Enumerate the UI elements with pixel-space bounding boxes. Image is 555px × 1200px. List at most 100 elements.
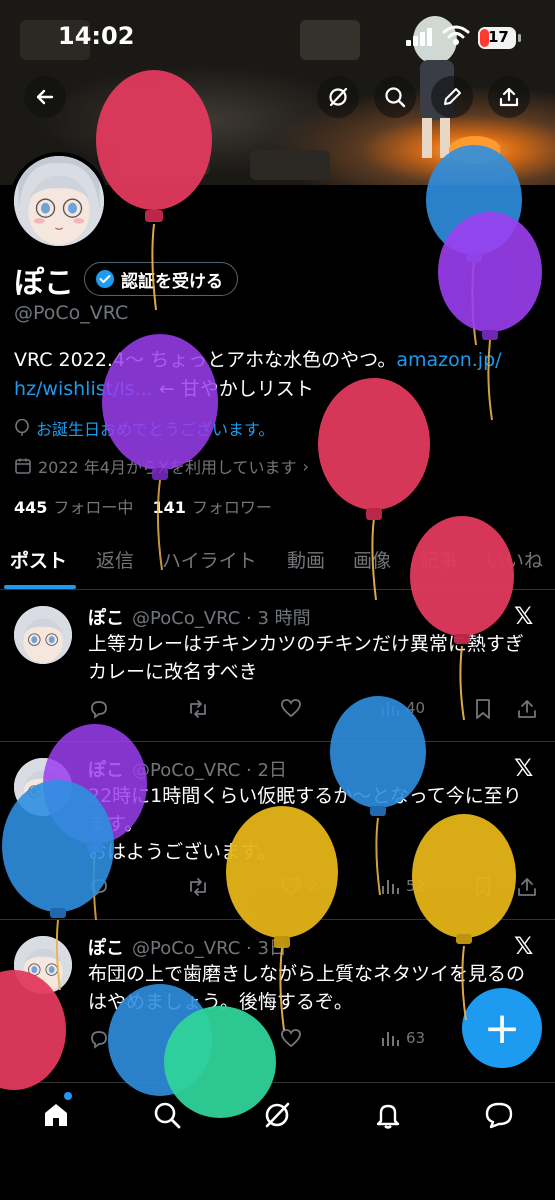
- back-button[interactable]: [24, 76, 66, 118]
- profile-bio: VRC 2022.4〜 ちょっとアホな水色のやつ。amazon.jp/ hz/w…: [14, 346, 534, 404]
- home-icon: [45, 1104, 67, 1126]
- reply-icon: [91, 1031, 107, 1049]
- banner-rock: [250, 150, 330, 180]
- avatar-image: [14, 936, 72, 994]
- avatar-image: [14, 156, 104, 246]
- heart-icon: [281, 699, 301, 718]
- post-avatar[interactable]: [14, 606, 72, 664]
- get-verified-button[interactable]: 認証を受ける: [84, 262, 238, 296]
- tab-videos[interactable]: 動画: [287, 546, 325, 573]
- tab-posts[interactable]: ポスト: [10, 546, 67, 573]
- edit-icon: [444, 88, 461, 105]
- battery-indicator: 17: [478, 27, 516, 49]
- like-button[interactable]: [280, 1028, 308, 1048]
- view-count: 52: [406, 877, 426, 895]
- compose-post-button[interactable]: +: [462, 988, 542, 1068]
- search-icon: [154, 1102, 181, 1129]
- battery-percent: 17: [488, 28, 509, 46]
- followers-count: 141: [152, 498, 186, 517]
- post-item[interactable]: ぽこ @PoCo_VRC · 2日 𝕏 22時に1時間くらい仮眠するか〜となって今…: [0, 742, 555, 920]
- like-button[interactable]: 2: [280, 876, 318, 896]
- post-text: 布団の上で歯磨きしながら上質なネタツイを見るのはやめましょう。後悔するぞ。: [88, 963, 526, 1013]
- following-label: フォロー中: [53, 498, 134, 517]
- joined-row: 2022 年4月からXを利用しています ›: [14, 454, 309, 478]
- share-button[interactable]: [488, 76, 530, 118]
- post-header: ぽこ @PoCo_VRC · 3 時間: [88, 604, 311, 630]
- post-text-line: おはようございます。: [88, 841, 277, 863]
- heart-icon: [281, 1029, 301, 1048]
- x-logo-icon: 𝕏: [514, 754, 534, 782]
- search-button[interactable]: [374, 76, 416, 118]
- calendar-icon: [15, 458, 31, 474]
- bottom-navigation: [0, 1082, 555, 1200]
- battery-tip: [518, 34, 521, 42]
- tab-likes[interactable]: いいね: [486, 546, 543, 573]
- repost-button[interactable]: [186, 876, 210, 898]
- post-author[interactable]: ぽこ: [88, 938, 124, 959]
- reply-icon: [91, 879, 107, 897]
- banner-rock: [120, 130, 210, 175]
- views-icon: [382, 702, 399, 716]
- get-verified-label: 認証を受ける: [121, 271, 223, 292]
- tab-replies[interactable]: 返信: [96, 546, 134, 573]
- reply-button[interactable]: [88, 1028, 110, 1050]
- following-link[interactable]: 445 フォロー中: [14, 498, 133, 517]
- active-tab-indicator: [4, 585, 76, 589]
- post-author[interactable]: ぽこ: [88, 760, 124, 781]
- nav-home[interactable]: [38, 1097, 74, 1133]
- verified-badge-icon: [96, 270, 114, 288]
- views-button[interactable]: 63: [380, 1028, 425, 1048]
- post-avatar[interactable]: [14, 758, 72, 816]
- post-header: ぽこ @PoCo_VRC · 2日: [88, 756, 287, 782]
- bio-suffix: ← 甘やかしリスト: [152, 378, 314, 400]
- share-post-button[interactable]: [516, 698, 538, 720]
- following-count: 445: [14, 498, 48, 517]
- share-icon: [518, 878, 536, 896]
- post-avatar[interactable]: [14, 936, 72, 994]
- reply-button[interactable]: [88, 698, 110, 720]
- followers-label: フォロワー: [191, 498, 272, 517]
- nav-search[interactable]: [149, 1097, 185, 1133]
- profile-avatar[interactable]: [10, 152, 108, 250]
- post-author[interactable]: ぽこ: [88, 608, 124, 629]
- view-count: 63: [406, 1029, 426, 1047]
- reply-icon: [91, 701, 107, 719]
- edit-button[interactable]: [431, 76, 473, 118]
- birthday-row[interactable]: お誕生日おめでとうございます。: [14, 416, 274, 440]
- post-item[interactable]: ぽこ @PoCo_VRC · 3 時間 𝕏 上等カレーはチキンカツのチキンだけ異常…: [0, 590, 555, 742]
- notifications-icon: [376, 1104, 400, 1129]
- balloon-icon: [15, 419, 29, 436]
- reply-button[interactable]: [88, 876, 110, 898]
- like-button[interactable]: [280, 698, 308, 718]
- post-text: 上等カレーはチキンカツのチキンだけ異常に熱すぎカレーに改名すべき: [88, 633, 524, 683]
- tab-photos[interactable]: 画像: [353, 546, 391, 573]
- repost-button[interactable]: [186, 698, 210, 720]
- post-text-line: 22時に1時間くらい仮眠するか〜となって今に至り: [88, 785, 522, 807]
- profile-tabs: ポスト 返信 ハイライト 動画 画像 記事 いいね: [0, 538, 555, 590]
- grok-button[interactable]: [317, 76, 359, 118]
- view-count: 40: [406, 699, 426, 717]
- nav-messages[interactable]: [481, 1097, 517, 1133]
- profile-handle: @PoCo_VRC: [14, 302, 129, 324]
- status-time: 14:02: [58, 22, 135, 50]
- share-post-button[interactable]: [516, 876, 538, 898]
- messages-icon: [485, 1102, 513, 1129]
- tab-articles[interactable]: 記事: [420, 546, 458, 573]
- x-logo-icon: 𝕏: [514, 602, 534, 630]
- joined-text: 2022 年4月からXを利用しています: [38, 458, 297, 477]
- views-icon: [382, 880, 399, 894]
- wifi-icon: [442, 25, 470, 45]
- grok-icon: [265, 1102, 290, 1128]
- tab-highlights[interactable]: ハイライト: [162, 546, 257, 573]
- share-icon: [518, 700, 536, 718]
- bookmark-button[interactable]: [474, 698, 492, 720]
- nav-grok[interactable]: [259, 1097, 295, 1133]
- bookmark-button[interactable]: [474, 876, 492, 898]
- views-button[interactable]: 40: [380, 698, 425, 718]
- profile-name: ぽこ: [14, 266, 74, 301]
- bookmark-icon: [476, 699, 490, 719]
- views-button[interactable]: 52: [380, 876, 425, 896]
- nav-notifications[interactable]: [370, 1097, 406, 1133]
- avatar-image: [14, 606, 72, 664]
- followers-link[interactable]: 141 フォロワー: [153, 498, 272, 517]
